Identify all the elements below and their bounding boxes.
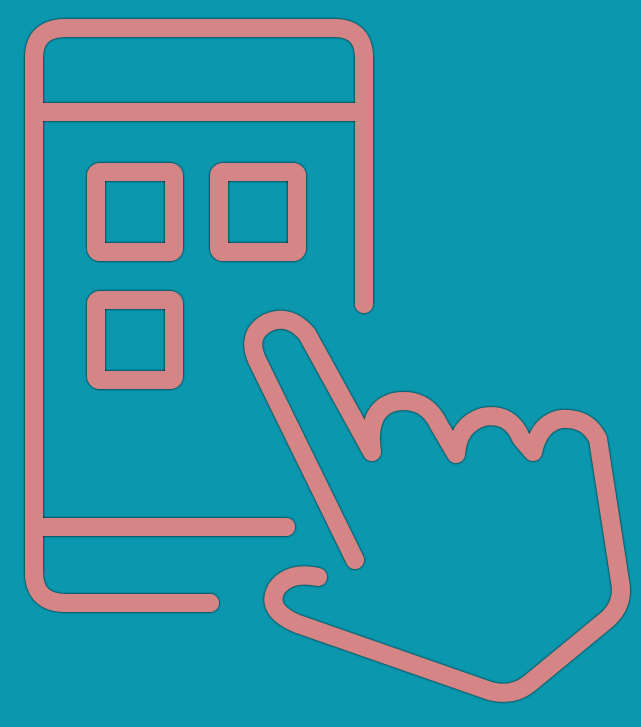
app-tile-top-left [87, 163, 183, 261]
app-tile-top-right [210, 163, 306, 261]
app-tile-bottom-left [87, 291, 183, 389]
icon-canvas [0, 0, 641, 727]
tap-app-icon [25, 19, 630, 702]
pointing-hand-icon [244, 310, 630, 702]
